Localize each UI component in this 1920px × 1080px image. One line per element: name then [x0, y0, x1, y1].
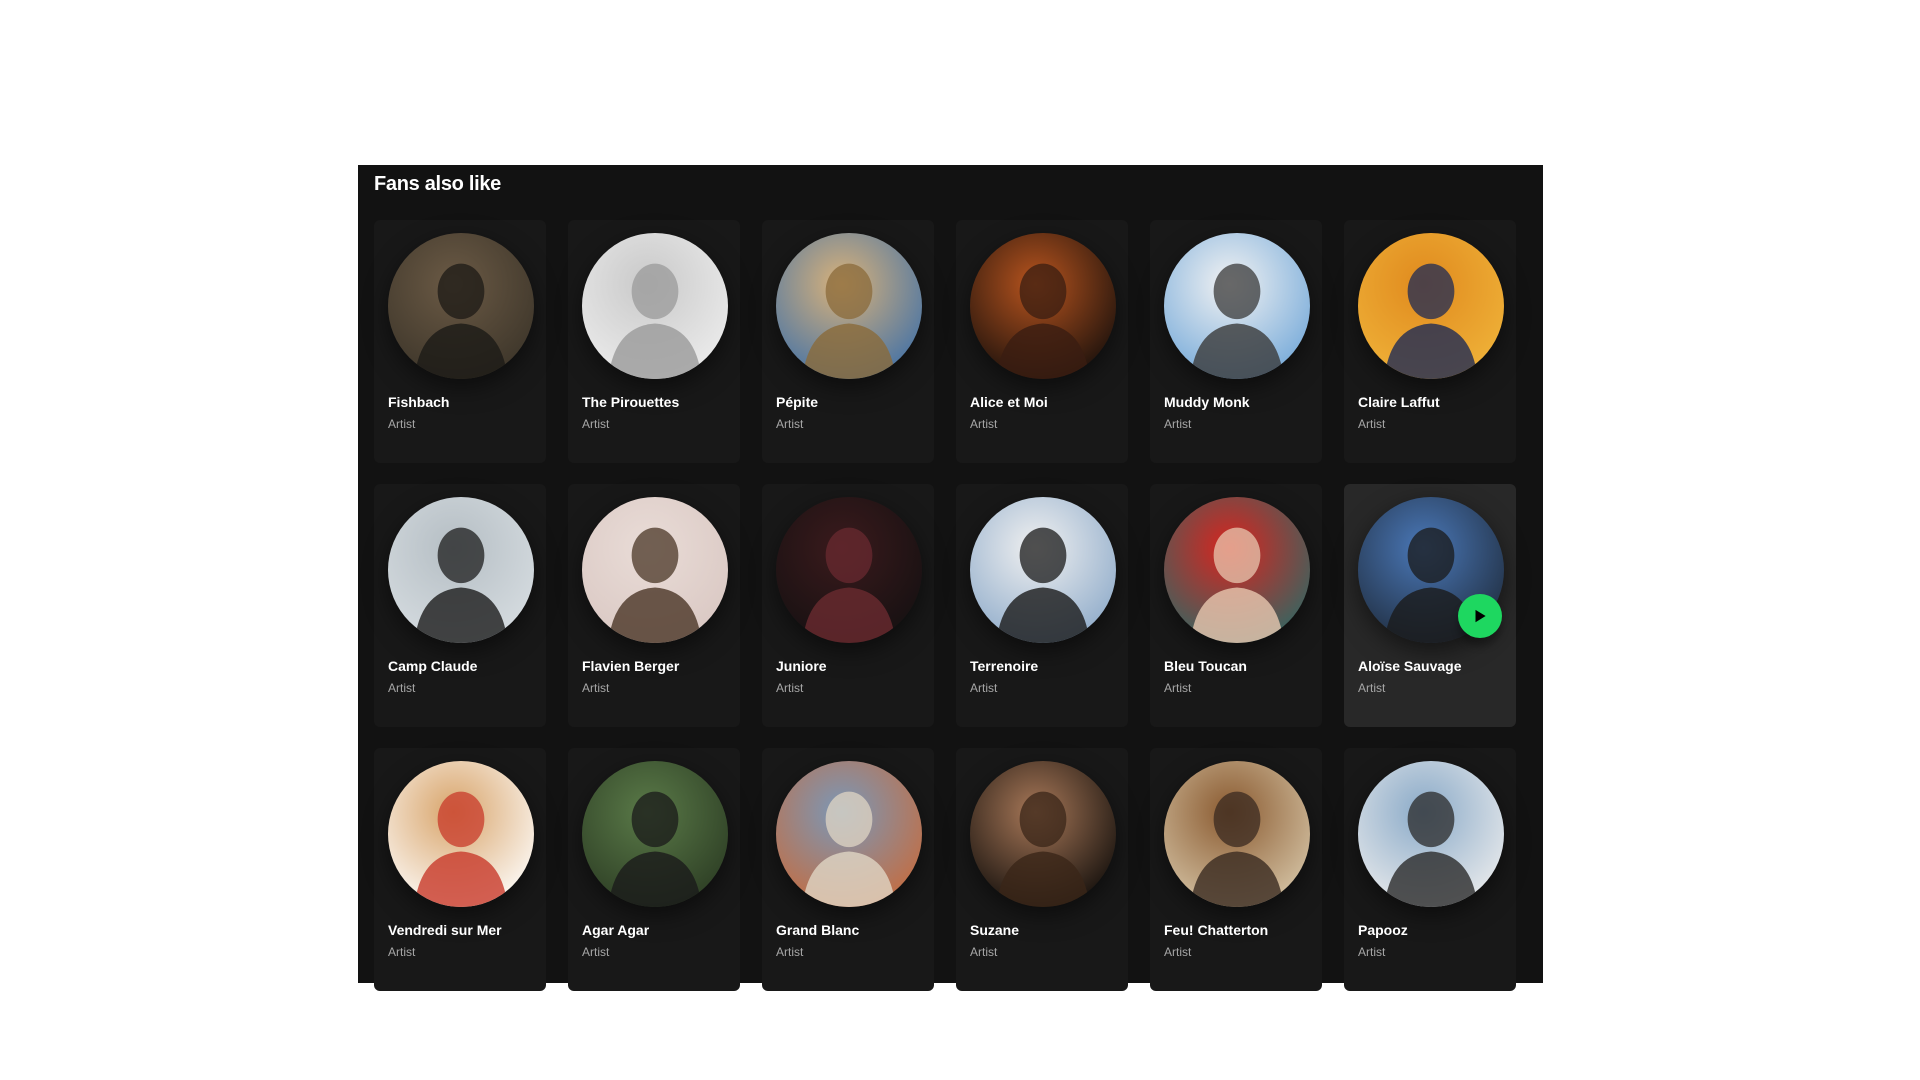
artist-name[interactable]: Claire Laffut	[1358, 394, 1508, 410]
artist-name[interactable]: The Pirouettes	[582, 394, 732, 410]
artist-name[interactable]: Suzane	[970, 922, 1120, 938]
artist-image	[970, 761, 1116, 907]
artist-subtitle: Artist	[970, 681, 998, 695]
artist-card[interactable]: Bleu Toucan Artist	[1150, 484, 1322, 727]
artist-image	[1164, 761, 1310, 907]
artist-image	[1358, 233, 1504, 379]
artist-card[interactable]: Muddy Monk Artist	[1150, 220, 1322, 463]
artist-subtitle: Artist	[1358, 417, 1386, 431]
artist-name[interactable]: Camp Claude	[388, 658, 538, 674]
artist-subtitle: Artist	[970, 417, 998, 431]
artist-subtitle: Artist	[388, 945, 416, 959]
artist-subtitle: Artist	[582, 945, 610, 959]
fans-also-like-panel: Fans also like Fishbach Artist The Pirouet…	[358, 165, 1543, 991]
artist-subtitle: Artist	[1164, 681, 1192, 695]
artist-subtitle: Artist	[1164, 945, 1192, 959]
artist-subtitle: Artist	[970, 945, 998, 959]
artist-name[interactable]: Bleu Toucan	[1164, 658, 1314, 674]
artist-card[interactable]: Agar Agar Artist	[568, 748, 740, 991]
artist-subtitle: Artist	[776, 945, 804, 959]
artist-card[interactable]: Flavien Berger Artist	[568, 484, 740, 727]
artist-subtitle: Artist	[1358, 945, 1386, 959]
artist-name[interactable]: Pépite	[776, 394, 926, 410]
artist-name[interactable]: Feu! Chatterton	[1164, 922, 1314, 938]
artist-card[interactable]: Fishbach Artist	[374, 220, 546, 463]
artist-card[interactable]: Feu! Chatterton Artist	[1150, 748, 1322, 991]
artist-subtitle: Artist	[582, 417, 610, 431]
artist-subtitle: Artist	[776, 417, 804, 431]
artist-name[interactable]: Muddy Monk	[1164, 394, 1314, 410]
artist-name[interactable]: Flavien Berger	[582, 658, 732, 674]
artist-name[interactable]: Papooz	[1358, 922, 1508, 938]
artist-image	[388, 233, 534, 379]
artist-image	[776, 761, 922, 907]
artist-card[interactable]: Suzane Artist	[956, 748, 1128, 991]
artist-name[interactable]: Aloïse Sauvage	[1358, 658, 1508, 674]
artist-name[interactable]: Alice et Moi	[970, 394, 1120, 410]
artist-subtitle: Artist	[1358, 681, 1386, 695]
artist-card[interactable]: Terrenoire Artist	[956, 484, 1128, 727]
artist-card[interactable]: Juniore Artist	[762, 484, 934, 727]
artist-name[interactable]: Fishbach	[388, 394, 538, 410]
artist-card[interactable]: Camp Claude Artist	[374, 484, 546, 727]
artist-name[interactable]: Juniore	[776, 658, 926, 674]
artist-image	[776, 233, 922, 379]
artist-image	[388, 761, 534, 907]
artist-name[interactable]: Vendredi sur Mer	[388, 922, 538, 938]
artist-image	[582, 233, 728, 379]
artist-card[interactable]: Pépite Artist	[762, 220, 934, 463]
artist-subtitle: Artist	[582, 681, 610, 695]
artist-image	[1164, 233, 1310, 379]
artist-name[interactable]: Grand Blanc	[776, 922, 926, 938]
artist-image	[388, 497, 534, 643]
artist-name[interactable]: Agar Agar	[582, 922, 732, 938]
artist-subtitle: Artist	[388, 417, 416, 431]
play-button[interactable]	[1458, 594, 1502, 638]
artist-image	[970, 497, 1116, 643]
artist-card[interactable]: Aloïse Sauvage Artist	[1344, 484, 1516, 727]
artist-subtitle: Artist	[776, 681, 804, 695]
artist-image	[582, 497, 728, 643]
artist-card[interactable]: Vendredi sur Mer Artist	[374, 748, 546, 991]
artist-image	[582, 761, 728, 907]
artist-name[interactable]: Terrenoire	[970, 658, 1120, 674]
artist-card[interactable]: Claire Laffut Artist	[1344, 220, 1516, 463]
play-icon	[1475, 609, 1486, 623]
artist-card[interactable]: Alice et Moi Artist	[956, 220, 1128, 463]
artist-subtitle: Artist	[1164, 417, 1192, 431]
artist-image	[1164, 497, 1310, 643]
artist-image	[776, 497, 922, 643]
artist-image	[1358, 761, 1504, 907]
artist-card[interactable]: Grand Blanc Artist	[762, 748, 934, 991]
artist-card[interactable]: The Pirouettes Artist	[568, 220, 740, 463]
artist-image	[970, 233, 1116, 379]
artist-subtitle: Artist	[388, 681, 416, 695]
artist-card[interactable]: Papooz Artist	[1344, 748, 1516, 991]
section-title[interactable]: Fans also like	[374, 173, 501, 196]
